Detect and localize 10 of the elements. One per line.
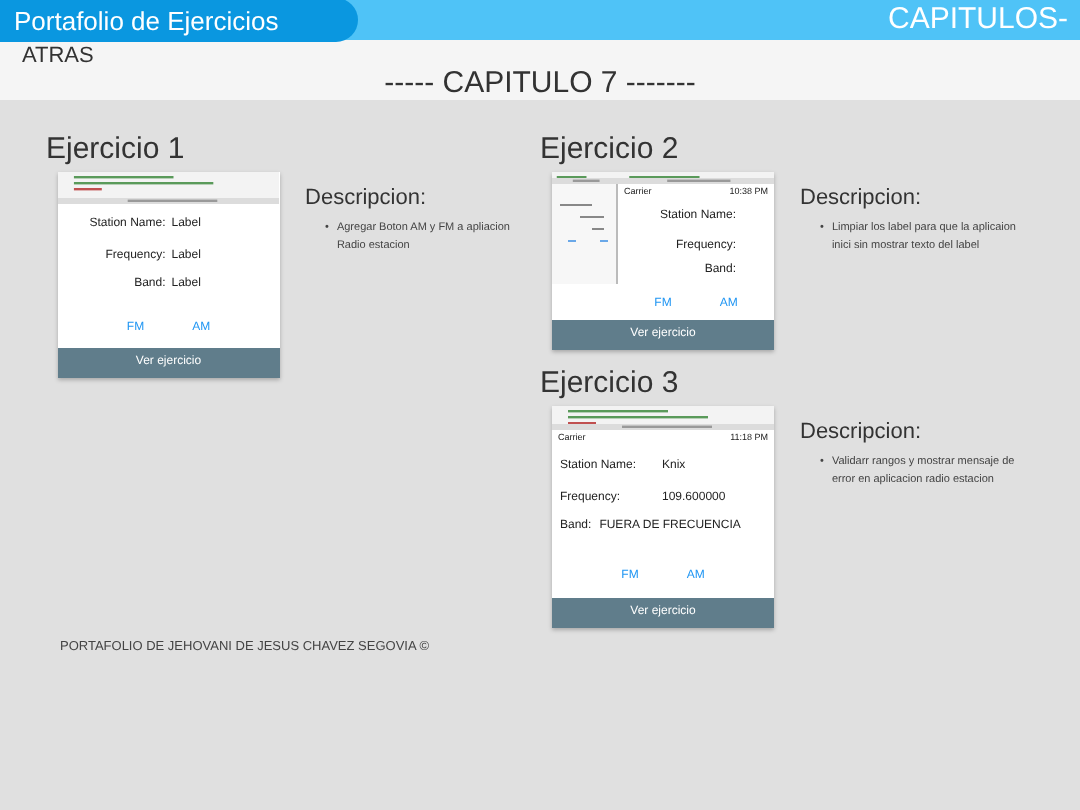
chapters-menu[interactable]: CAPITULOS- bbox=[887, 0, 1080, 40]
back-link[interactable]: ATRAS bbox=[22, 44, 94, 68]
description-heading: Descripcion: bbox=[800, 186, 924, 213]
exercise-title: Ejercicio 3 bbox=[540, 365, 681, 402]
description-heading: Descripcion: bbox=[305, 186, 429, 213]
exercise-title: Ejercicio 2 bbox=[540, 132, 681, 168]
exercise-title: Ejercicio 1 bbox=[46, 132, 187, 168]
brand-tab[interactable]: Portafolio de Ejercicios bbox=[0, 0, 359, 42]
description-heading: Descripcion: bbox=[800, 419, 924, 446]
chapter-title: ----- CAPITULO 7 ------- bbox=[384, 68, 696, 100]
